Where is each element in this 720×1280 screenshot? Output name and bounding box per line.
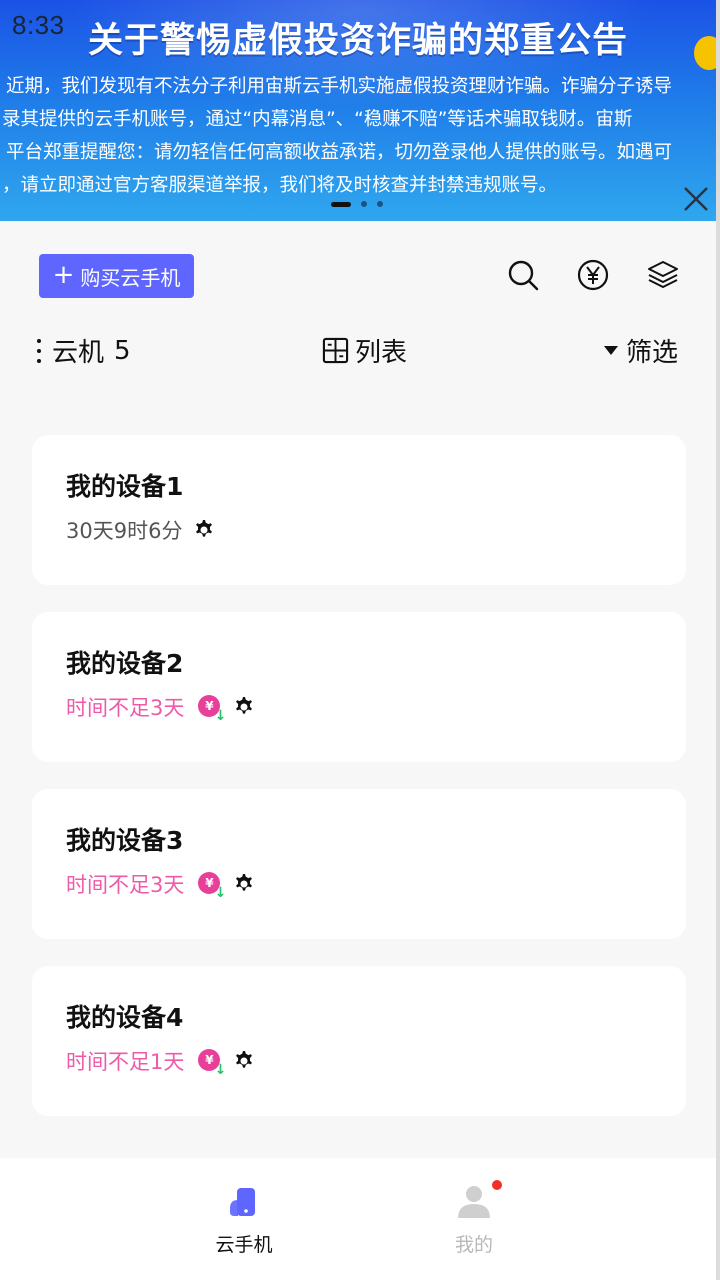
banner-line: ，请立即通过官方客服渠道举报，我们将及时核查并封禁违规账号。 <box>2 175 558 196</box>
list-view-toggle[interactable]: 列表 <box>322 332 407 369</box>
notification-badge <box>492 1180 502 1190</box>
pager-dot <box>377 201 383 207</box>
gear-icon[interactable] <box>230 694 256 720</box>
close-icon[interactable] <box>680 183 712 215</box>
recharge-coin-icon[interactable]: ¥ ↓ <box>198 872 226 900</box>
banner-pager <box>331 201 383 207</box>
tab-mine[interactable]: 我的 <box>414 1180 534 1257</box>
announcement-banner[interactable]: 8:33 关于警惕虚假投资诈骗的郑重公告 近期，我们发现有不法分子利用宙斯云手机… <box>0 0 716 221</box>
device-status: 30天9时6分 <box>66 515 216 545</box>
pager-dot-active <box>331 201 351 207</box>
banner-title: 关于警惕虚假投资诈骗的郑重公告 <box>87 21 628 61</box>
device-name: 我的设备4 <box>66 1003 184 1032</box>
yuan-coin-icon[interactable] <box>575 257 611 293</box>
device-name: 我的设备3 <box>66 826 184 855</box>
device-name: 我的设备2 <box>66 649 184 678</box>
filter-button[interactable]: 筛选 <box>603 332 678 369</box>
caret-down-icon <box>603 346 618 355</box>
tab-cloud-phone[interactable]: 云手机 <box>184 1182 304 1257</box>
device-time-remaining: 时间不足1天 <box>66 1050 185 1074</box>
filter-row: 云机 5 列表 筛选 <box>0 330 716 370</box>
device-status: 时间不足3天 ¥ ↓ <box>66 692 256 723</box>
cloud-count: 5 <box>114 335 131 366</box>
device-name: 我的设备1 <box>66 472 184 501</box>
search-icon[interactable] <box>505 257 541 293</box>
pager-dot <box>361 201 367 207</box>
list-grid-icon <box>322 337 349 364</box>
cloud-phone-icon <box>224 1182 264 1222</box>
device-card[interactable]: 我的设备1 30天9时6分 <box>32 435 686 585</box>
app-screen: 8:33 关于警惕虚假投资诈骗的郑重公告 近期，我们发现有不法分子利用宙斯云手机… <box>0 0 716 1280</box>
device-time-remaining: 30天9时6分 <box>66 519 183 543</box>
device-time-remaining: 时间不足3天 <box>66 696 185 720</box>
device-status: 时间不足3天 ¥ ↓ <box>66 869 256 900</box>
cloud-label: 云机 <box>52 338 105 368</box>
cloud-count-selector[interactable]: 云机 5 <box>36 332 131 369</box>
device-card[interactable]: 我的设备2 时间不足3天 ¥ ↓ <box>32 612 686 762</box>
banner-line: 近期，我们发现有不法分子利用宙斯云手机实施虚假投资理财诈骗。诈骗分子诱导 <box>6 76 673 97</box>
banner-body: 近期，我们发现有不法分子利用宙斯云手机实施虚假投资理财诈骗。诈骗分子诱导 录其提… <box>0 70 716 202</box>
user-icon <box>454 1180 502 1222</box>
device-time-remaining: 时间不足3天 <box>66 873 185 897</box>
filter-label: 筛选 <box>625 338 678 368</box>
device-card[interactable]: 我的设备3 时间不足3天 ¥ ↓ <box>32 789 686 939</box>
more-vertical-icon <box>36 338 42 363</box>
plus-icon: + <box>52 259 75 290</box>
banner-line: 录其提供的云手机账号，通过“内幕消息”、“稳赚不赔”等话术骗取钱财。宙斯 <box>2 109 633 130</box>
banner-line: 平台郑重提醒您：请勿轻信任何高额收益承诺，切勿登录他人提供的账号。如遇可 <box>6 142 673 163</box>
bottom-nav: 云手机 我的 <box>0 1158 716 1280</box>
tab-label: 我的 <box>454 1234 493 1256</box>
gear-icon[interactable] <box>190 517 216 543</box>
device-card[interactable]: 我的设备4 时间不足1天 ¥ ↓ <box>32 966 686 1116</box>
list-label: 列表 <box>355 338 408 368</box>
gear-icon[interactable] <box>230 871 256 897</box>
gear-icon[interactable] <box>230 1048 256 1074</box>
recharge-coin-icon[interactable]: ¥ ↓ <box>198 695 226 723</box>
buy-button-label: 购买云手机 <box>80 265 181 290</box>
device-status: 时间不足1天 ¥ ↓ <box>66 1046 256 1077</box>
buy-cloud-phone-button[interactable]: + 购买云手机 <box>39 254 194 298</box>
recharge-coin-icon[interactable]: ¥ ↓ <box>198 1049 226 1077</box>
tab-label: 云手机 <box>215 1234 273 1256</box>
screen-edge <box>716 0 720 1280</box>
layers-icon[interactable] <box>645 257 681 293</box>
